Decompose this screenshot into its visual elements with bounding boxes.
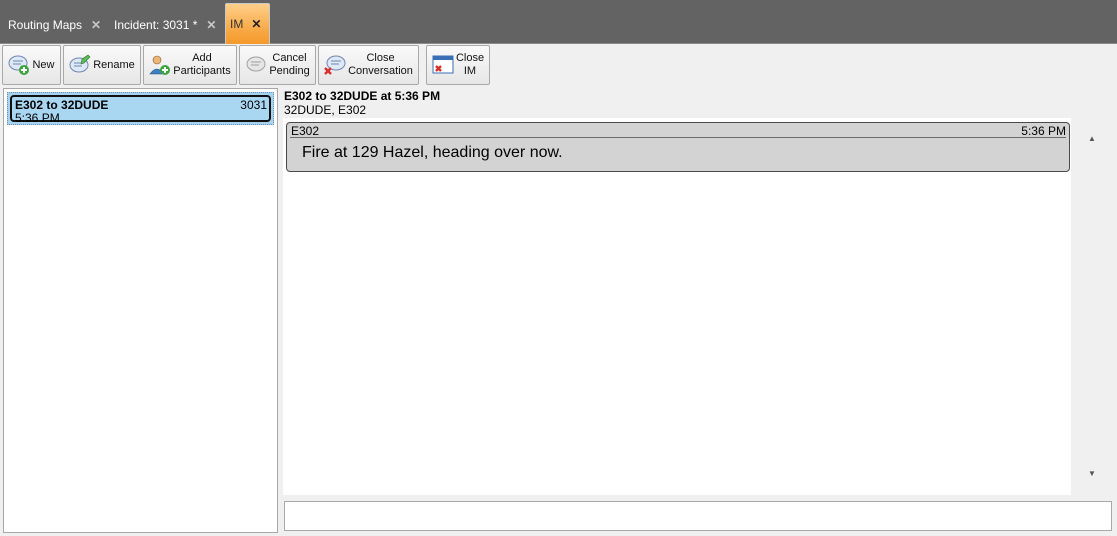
cancel-pending-button[interactable]: Cancel Pending — [239, 45, 316, 85]
message-time: 5:36 PM — [1021, 124, 1066, 138]
tab-label: Routing Maps — [8, 18, 83, 32]
new-button-label: New — [32, 58, 55, 71]
tab-label: Incident: 3031 * — [114, 18, 198, 32]
rename-icon — [68, 53, 92, 77]
close-conversation-label: Close Conversation — [348, 52, 413, 77]
message-bubble: E302 5:36 PM Fire at 129 Hazel, heading … — [286, 122, 1070, 172]
close-icon[interactable]: ✕ — [90, 18, 102, 32]
tab-routing-maps[interactable]: Routing Maps ✕ — [0, 6, 104, 44]
close-conversation-icon — [323, 53, 347, 77]
scroll-down-arrow-icon[interactable]: ▼ — [1086, 469, 1098, 479]
conversation-list: E302 to 32DUDE 3031 5:36 PM — [3, 88, 278, 533]
close-im-label: Close IM — [455, 52, 485, 77]
close-icon[interactable]: ✕ — [205, 18, 217, 32]
conversation-header-title: E302 to 32DUDE at 5:36 PM — [284, 89, 441, 103]
message-header: E302 5:36 PM — [290, 123, 1066, 138]
message-scrollbar[interactable]: ▲ ▼ — [1072, 118, 1112, 495]
list-item[interactable]: E302 to 32DUDE 3031 5:36 PM — [7, 92, 274, 125]
scroll-up-arrow-icon[interactable]: ▲ — [1086, 134, 1098, 144]
tab-strip: Routing Maps ✕ Incident: 3031 * ✕ IM ✕ — [0, 0, 1117, 44]
close-icon[interactable]: ✕ — [250, 17, 262, 31]
toolbar: New Rename Add Participants Cancel Pendi… — [0, 44, 1117, 87]
new-conversation-icon — [7, 53, 31, 77]
message-text: Fire at 129 Hazel, heading over now. — [302, 144, 563, 161]
message-area: E302 5:36 PM Fire at 129 Hazel, heading … — [283, 118, 1071, 495]
conversation-header: E302 to 32DUDE at 5:36 PM 32DUDE, E302 — [284, 89, 440, 117]
tab-label: IM — [230, 17, 244, 31]
conversation-participants: 32DUDE, E302 — [284, 103, 367, 117]
add-user-icon — [148, 53, 172, 77]
add-participants-button[interactable]: Add Participants — [143, 45, 237, 85]
close-conversation-button[interactable]: Close Conversation — [318, 45, 419, 85]
cancel-pending-icon — [244, 53, 268, 77]
message-input[interactable] — [284, 501, 1112, 531]
rename-button[interactable]: Rename — [63, 45, 141, 85]
tab-im[interactable]: IM ✕ — [225, 3, 270, 44]
conversation-title: E302 to 32DUDE — [15, 98, 109, 112]
message-sender: E302 — [291, 124, 320, 138]
new-button[interactable]: New — [2, 45, 61, 85]
add-participants-label: Add Participants — [173, 52, 231, 77]
rename-button-label: Rename — [93, 58, 135, 71]
tab-incident[interactable]: Incident: 3031 * ✕ — [106, 6, 224, 44]
close-im-button[interactable]: Close IM — [426, 45, 490, 85]
conversation-card: E302 to 32DUDE 3031 5:36 PM — [10, 95, 271, 125]
cancel-pending-label: Cancel Pending — [269, 52, 310, 77]
close-window-icon — [431, 53, 455, 77]
conversation-incident-number: 3031 — [240, 98, 267, 112]
conversation-time: 5:36 PM — [15, 111, 60, 125]
